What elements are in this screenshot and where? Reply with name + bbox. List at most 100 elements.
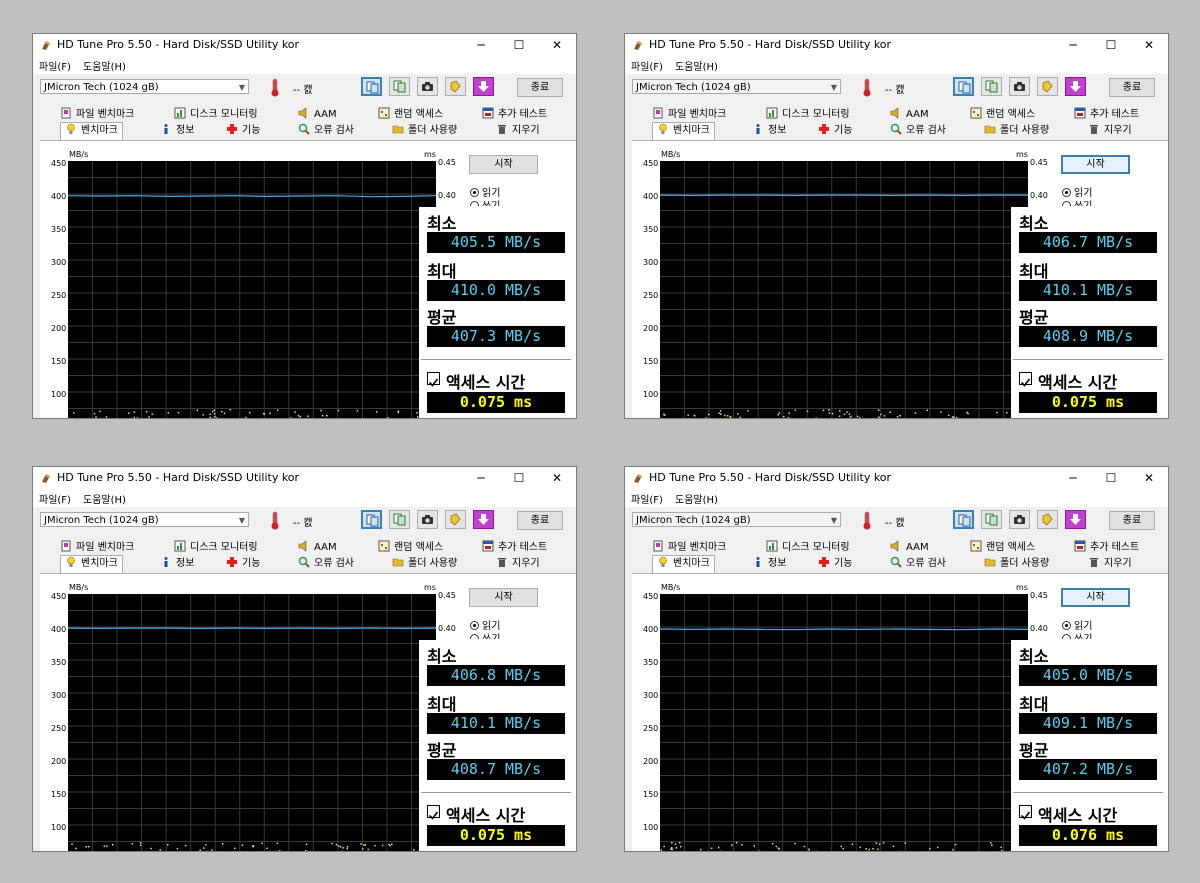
exit-button[interactable]: 종료	[1109, 78, 1155, 97]
tab-info[interactable]: 정보	[752, 123, 786, 139]
tab-extra-tests[interactable]: 추가 테스트	[1074, 540, 1139, 556]
tab-benchmark[interactable]: 벤치마크	[652, 122, 715, 140]
screenshot-button[interactable]	[1009, 510, 1030, 529]
options-button[interactable]	[1037, 510, 1058, 529]
start-button[interactable]: 시작	[1061, 155, 1130, 174]
tab-file-benchmark[interactable]: 파일 벤치마크	[652, 540, 726, 556]
menu-help[interactable]: 도움말(H)	[83, 491, 126, 506]
close-button[interactable]: ✕	[1131, 467, 1167, 489]
tab-aam[interactable]: AAM	[298, 540, 337, 556]
tab-info[interactable]: 정보	[160, 123, 194, 139]
minimize-button[interactable]: ─	[463, 34, 499, 56]
maximize-button[interactable]: ☐	[1093, 34, 1129, 56]
radio-read[interactable]	[1062, 621, 1071, 630]
tab-folder-usage[interactable]: 폴더 사용량	[392, 556, 457, 572]
minimize-button[interactable]: ─	[1055, 467, 1091, 489]
tab-erase[interactable]: 지우기	[496, 556, 540, 572]
minimize-button[interactable]: ─	[1055, 34, 1091, 56]
tab-features[interactable]: 기능	[226, 556, 260, 572]
menu-help[interactable]: 도움말(H)	[675, 58, 718, 73]
tab-error-scan[interactable]: 오류 검사	[298, 123, 354, 139]
title-bar[interactable]: HD Tune Pro 5.50 - Hard Disk/SSD Utility…	[33, 467, 576, 489]
tab-error-scan[interactable]: 오류 검사	[890, 123, 946, 139]
copy-button[interactable]	[953, 510, 974, 529]
title-bar[interactable]: HD Tune Pro 5.50 - Hard Disk/SSD Utility…	[33, 34, 576, 56]
tab-extra-tests[interactable]: 추가 테스트	[1074, 107, 1139, 123]
tab-file-benchmark[interactable]: 파일 벤치마크	[652, 107, 726, 123]
tab-folder-usage[interactable]: 폴더 사용량	[984, 123, 1049, 139]
tab-info[interactable]: 정보	[160, 556, 194, 572]
screenshot-button[interactable]	[417, 510, 438, 529]
close-button[interactable]: ✕	[539, 34, 575, 56]
close-button[interactable]: ✕	[1131, 34, 1167, 56]
minimize-button[interactable]: ─	[463, 467, 499, 489]
tab-random-access[interactable]: 랜덤 액세스	[970, 540, 1035, 556]
drive-select[interactable]: JMicron Tech (1024 gB) ▼	[40, 79, 249, 94]
tab-aam[interactable]: AAM	[890, 107, 929, 123]
radio-read[interactable]	[470, 621, 479, 630]
tab-features[interactable]: 기능	[226, 123, 260, 139]
menu-file[interactable]: 파일(F)	[39, 58, 71, 73]
tab-aam[interactable]: AAM	[890, 540, 929, 556]
access-time-checkbox[interactable]	[1019, 805, 1032, 820]
access-time-checkbox[interactable]	[427, 805, 440, 820]
exit-button[interactable]: 종료	[517, 511, 563, 530]
tab-disk-monitor[interactable]: 디스크 모니터링	[174, 107, 258, 123]
radio-write[interactable]	[470, 201, 479, 206]
tab-error-scan[interactable]: 오류 검사	[890, 556, 946, 572]
tab-file-benchmark[interactable]: 파일 벤치마크	[60, 107, 134, 123]
tab-random-access[interactable]: 랜덤 액세스	[970, 107, 1035, 123]
menu-file[interactable]: 파일(F)	[631, 491, 663, 506]
menu-help[interactable]: 도움말(H)	[83, 58, 126, 73]
save-button[interactable]	[981, 510, 1002, 529]
drive-select[interactable]: JMicron Tech (1024 gB) ▼	[632, 512, 841, 527]
exit-button[interactable]: 종료	[517, 78, 563, 97]
tab-random-access[interactable]: 랜덤 액세스	[378, 540, 443, 556]
tab-disk-monitor[interactable]: 디스크 모니터링	[766, 107, 850, 123]
maximize-button[interactable]: ☐	[501, 34, 537, 56]
tab-random-access[interactable]: 랜덤 액세스	[378, 107, 443, 123]
tab-error-scan[interactable]: 오류 검사	[298, 556, 354, 572]
save-button[interactable]	[981, 77, 1002, 96]
radio-write[interactable]	[470, 634, 479, 639]
tab-info[interactable]: 정보	[752, 556, 786, 572]
tab-erase[interactable]: 지우기	[1088, 123, 1132, 139]
save-button[interactable]	[389, 77, 410, 96]
maximize-button[interactable]: ☐	[1093, 467, 1129, 489]
screenshot-button[interactable]	[417, 77, 438, 96]
copy-button[interactable]	[361, 77, 382, 96]
screenshot-button[interactable]	[1009, 77, 1030, 96]
save-button[interactable]	[389, 510, 410, 529]
tab-file-benchmark[interactable]: 파일 벤치마크	[60, 540, 134, 556]
tab-features[interactable]: 기능	[818, 556, 852, 572]
tab-disk-monitor[interactable]: 디스크 모니터링	[766, 540, 850, 556]
options-button[interactable]	[1037, 77, 1058, 96]
tab-disk-monitor[interactable]: 디스크 모니터링	[174, 540, 258, 556]
access-time-checkbox[interactable]	[427, 372, 440, 387]
tab-features[interactable]: 기능	[818, 123, 852, 139]
radio-read[interactable]	[1062, 188, 1071, 197]
drive-select[interactable]: JMicron Tech (1024 gB) ▼	[632, 79, 841, 94]
title-bar[interactable]: HD Tune Pro 5.50 - Hard Disk/SSD Utility…	[625, 34, 1168, 56]
menu-file[interactable]: 파일(F)	[631, 58, 663, 73]
tab-benchmark[interactable]: 벤치마크	[60, 555, 123, 573]
download-button[interactable]	[1065, 510, 1086, 529]
menu-help[interactable]: 도움말(H)	[675, 491, 718, 506]
download-button[interactable]	[1065, 77, 1086, 96]
radio-write[interactable]	[1062, 201, 1071, 206]
tab-erase[interactable]: 지우기	[1088, 556, 1132, 572]
exit-button[interactable]: 종료	[1109, 511, 1155, 530]
copy-button[interactable]	[361, 510, 382, 529]
start-button[interactable]: 시작	[469, 588, 538, 607]
close-button[interactable]: ✕	[539, 467, 575, 489]
download-button[interactable]	[473, 77, 494, 96]
tab-aam[interactable]: AAM	[298, 107, 337, 123]
write-option[interactable]: 쓰기	[470, 197, 500, 206]
access-time-checkbox[interactable]	[1019, 372, 1032, 387]
options-button[interactable]	[445, 510, 466, 529]
menu-file[interactable]: 파일(F)	[39, 491, 71, 506]
tab-extra-tests[interactable]: 추가 테스트	[482, 107, 547, 123]
write-option[interactable]: 쓰기	[1062, 197, 1092, 206]
tab-benchmark[interactable]: 벤치마크	[60, 122, 123, 140]
maximize-button[interactable]: ☐	[501, 467, 537, 489]
